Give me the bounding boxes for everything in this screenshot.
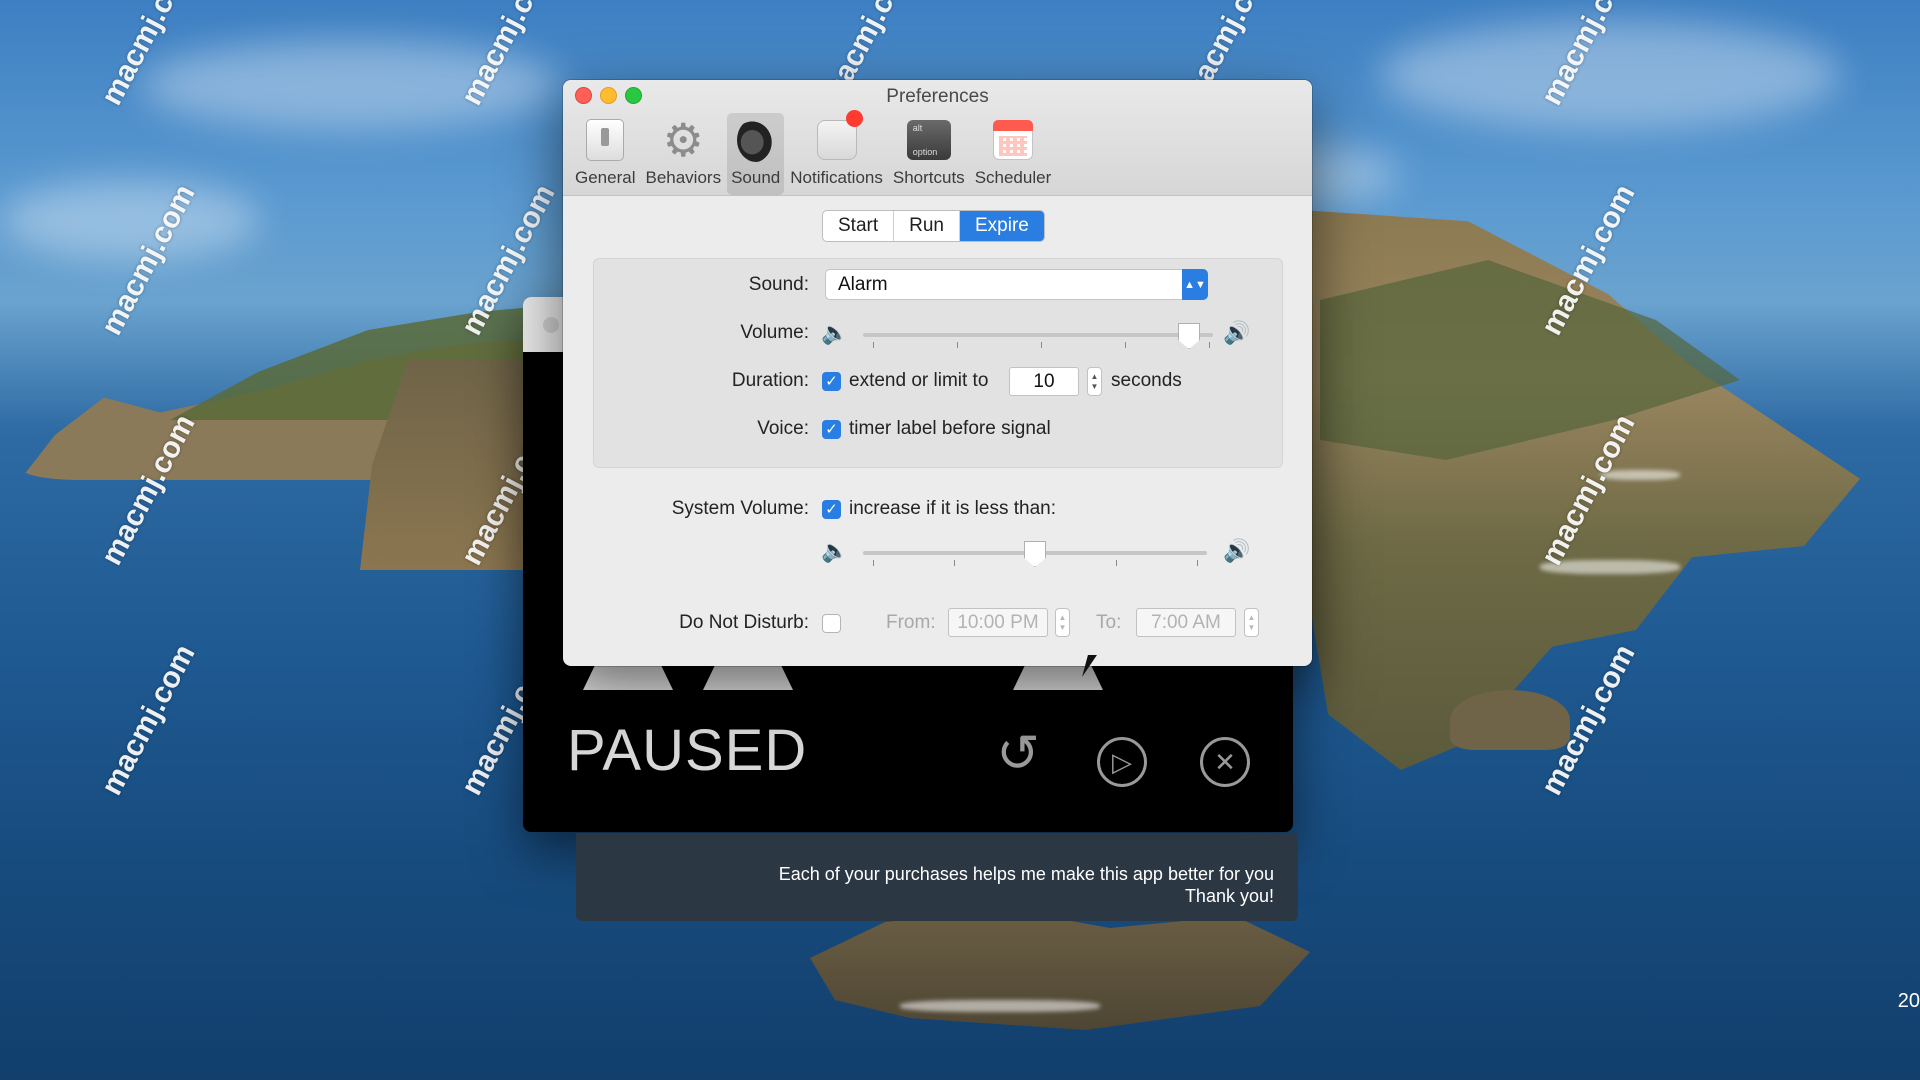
speaker-icon [734, 118, 778, 162]
tab-sound[interactable]: Sound [727, 113, 785, 195]
voice-checkbox[interactable]: ✓ [822, 420, 841, 439]
dnd-from-field[interactable]: 10:00 PM [948, 608, 1048, 637]
dnd-from-stepper[interactable]: ▲ ▼ [1055, 608, 1070, 637]
reset-icon[interactable]: ↺ [993, 725, 1043, 783]
chevron-shape[interactable] [583, 662, 673, 690]
support-panel: Each of your purchases helps me make thi… [576, 833, 1298, 921]
support-text-line1: Each of your purchases helps me make thi… [778, 864, 1274, 884]
keyboard-icon: alt option [906, 118, 951, 162]
play-icon[interactable]: ▷ [1097, 737, 1147, 787]
surf [1600, 470, 1680, 480]
duration-field[interactable]: 10 [1009, 367, 1079, 396]
tab-label: Behaviors [645, 168, 722, 187]
speaker-low-icon: 🔈 [821, 320, 849, 345]
dnd-to-stepper[interactable]: ▲ ▼ [1244, 608, 1259, 637]
system-volume-slider[interactable] [863, 538, 1207, 568]
preferences-window[interactable]: Preferences General ⚙ Behaviors Sound No… [563, 80, 1312, 666]
duration-unit: seconds [1111, 370, 1182, 391]
preferences-toolbar: General ⚙ Behaviors Sound Notifications … [571, 113, 1055, 195]
segment-expire[interactable]: Expire [959, 211, 1044, 241]
speaker-high-icon: 🔊 [1223, 320, 1251, 345]
chevron-updown-icon: ▲▼ [1182, 269, 1208, 300]
switch-icon [583, 118, 627, 162]
duration-checkbox-label: extend or limit to [849, 370, 989, 391]
dnd-label: Do Not Disturb: [679, 612, 809, 633]
notification-icon [815, 118, 859, 162]
sound-popup[interactable]: Alarm ▲▼ [825, 269, 1208, 300]
sound-label: Sound: [748, 274, 809, 295]
close-icon[interactable]: ✕ [1200, 737, 1250, 787]
voice-label: Voice: [757, 418, 809, 439]
volume-label: Volume: [740, 322, 809, 343]
segment-run[interactable]: Run [894, 211, 960, 241]
cloud [0, 180, 260, 260]
tab-shortcuts[interactable]: alt option Shortcuts [889, 113, 969, 195]
tab-label: Notifications [790, 168, 883, 187]
surf [900, 1000, 1100, 1012]
key-bottom-label: option [912, 147, 938, 157]
dnd-checkbox[interactable] [822, 614, 841, 633]
speaker-low-icon: 🔈 [821, 538, 849, 563]
system-volume-checkbox-label: increase if it is less than: [849, 498, 1056, 519]
corner-text: 20 [1897, 990, 1920, 1012]
surf [1540, 560, 1680, 574]
support-text-line2: Thank you! [1184, 886, 1274, 906]
system-volume-label: System Volume: [671, 498, 809, 519]
window-title: Preferences [886, 86, 989, 107]
system-volume-checkbox[interactable]: ✓ [822, 500, 841, 519]
dnd-from-label: From: [886, 612, 936, 633]
tab-label: Sound [731, 168, 781, 187]
status-label: PAUSED [567, 718, 808, 783]
calendar-icon [991, 118, 1035, 162]
preferences-titlebar: Preferences General ⚙ Behaviors Sound No… [563, 80, 1312, 196]
dnd-to-label: To: [1096, 612, 1122, 633]
duration-stepper[interactable]: ▲ ▼ [1087, 367, 1102, 396]
tab-label: General [575, 168, 636, 187]
rock [1450, 690, 1570, 750]
gear-icon: ⚙ [662, 114, 704, 166]
volume-slider[interactable] [863, 320, 1213, 350]
duration-checkbox[interactable]: ✓ [822, 372, 841, 391]
tab-general[interactable]: General [571, 113, 639, 195]
cloud [140, 40, 560, 130]
tab-behaviors[interactable]: ⚙ Behaviors [641, 113, 725, 195]
window-dot[interactable] [543, 317, 559, 333]
sound-value: Alarm [838, 274, 888, 295]
tab-label: Scheduler [974, 168, 1052, 187]
segment-start[interactable]: Start [823, 211, 895, 241]
island-bottom [810, 910, 1310, 1030]
tab-label: Shortcuts [892, 168, 965, 187]
speaker-high-icon: 🔊 [1223, 538, 1251, 563]
voice-checkbox-label: timer label before signal [849, 418, 1051, 439]
tab-scheduler[interactable]: Scheduler [971, 113, 1056, 195]
duration-label: Duration: [731, 370, 809, 391]
tab-notifications[interactable]: Notifications [786, 113, 887, 195]
chevron-shape[interactable] [703, 662, 793, 690]
dnd-to-field[interactable]: 7:00 AM [1136, 608, 1236, 637]
phase-segmented-control: Start Run Expire [822, 210, 1045, 242]
key-top-label: alt [912, 123, 923, 133]
cloud [1380, 20, 1840, 130]
